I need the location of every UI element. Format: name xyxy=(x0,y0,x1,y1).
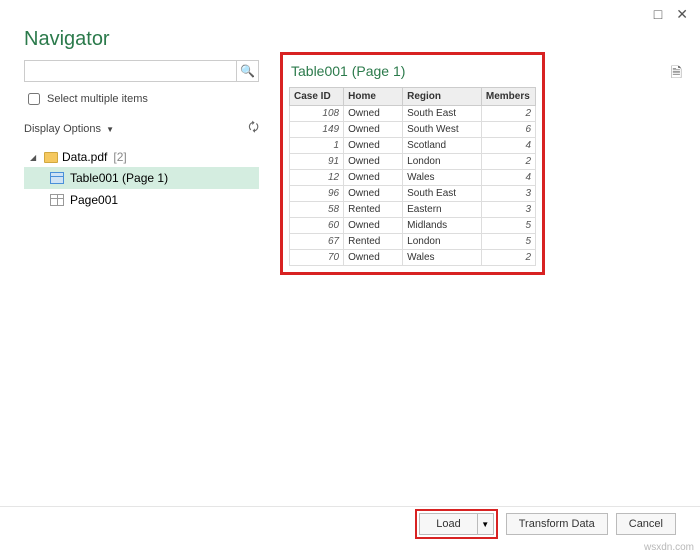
cell-case-id: 96 xyxy=(290,186,344,202)
col-members[interactable]: Members xyxy=(481,88,535,106)
load-dropdown-icon[interactable]: ▼ xyxy=(478,513,494,535)
table-header-row: Case ID Home Region Members xyxy=(290,88,536,106)
tree-item-table001[interactable]: Table001 (Page 1) xyxy=(24,167,259,189)
preview-table: Case ID Home Region Members 108OwnedSout… xyxy=(289,87,536,266)
cell-members: 2 xyxy=(481,106,535,122)
preview-panel: Table001 (Page 1) Case ID Home Region Me… xyxy=(280,52,545,275)
display-options[interactable]: Display Options ▼ 🗘 xyxy=(24,118,259,139)
cell-home: Owned xyxy=(344,106,403,122)
tree-item-page001[interactable]: Page001 xyxy=(24,189,259,211)
watermark: wsxdn.com xyxy=(644,542,694,553)
cancel-button[interactable]: Cancel xyxy=(616,513,676,535)
maximize-icon[interactable]: □ xyxy=(654,6,662,23)
cell-region: Eastern xyxy=(403,202,482,218)
cell-region: Wales xyxy=(403,250,482,266)
cell-members: 2 xyxy=(481,250,535,266)
preview-title: Table001 (Page 1) xyxy=(291,63,536,79)
cell-home: Owned xyxy=(344,170,403,186)
cell-case-id: 149 xyxy=(290,122,344,138)
cell-case-id: 58 xyxy=(290,202,344,218)
folder-icon xyxy=(44,152,58,163)
table-row[interactable]: 70OwnedWales2 xyxy=(290,250,536,266)
footer-buttons: Load ▼ Transform Data Cancel xyxy=(415,509,676,539)
select-multiple-label: Select multiple items xyxy=(47,93,148,105)
table-row[interactable]: 12OwnedWales4 xyxy=(290,170,536,186)
transform-data-button[interactable]: Transform Data xyxy=(506,513,608,535)
table-row[interactable]: 60OwnedMidlands5 xyxy=(290,218,536,234)
table-row[interactable]: 96OwnedSouth East3 xyxy=(290,186,536,202)
cell-region: London xyxy=(403,154,482,170)
search-box: 🔍 xyxy=(24,60,259,82)
cell-region: Scotland xyxy=(403,138,482,154)
table-row[interactable]: 91OwnedLondon2 xyxy=(290,154,536,170)
cell-case-id: 1 xyxy=(290,138,344,154)
cell-region: London xyxy=(403,234,482,250)
select-multiple-input[interactable] xyxy=(28,93,40,105)
cell-members: 5 xyxy=(481,234,535,250)
cell-case-id: 108 xyxy=(290,106,344,122)
cell-case-id: 91 xyxy=(290,154,344,170)
tree-root-datapdf[interactable]: ◢ Data.pdf [2] xyxy=(24,147,259,167)
cell-home: Owned xyxy=(344,186,403,202)
table-row[interactable]: 67RentedLondon5 xyxy=(290,234,536,250)
cell-members: 2 xyxy=(481,154,535,170)
cell-members: 5 xyxy=(481,218,535,234)
close-icon[interactable]: ✕ xyxy=(676,6,688,23)
cell-home: Rented xyxy=(344,234,403,250)
col-home[interactable]: Home xyxy=(344,88,403,106)
cell-members: 3 xyxy=(481,186,535,202)
page-icon xyxy=(50,194,64,206)
cell-region: Wales xyxy=(403,170,482,186)
cell-region: Midlands xyxy=(403,218,482,234)
table-icon xyxy=(50,172,64,184)
cell-home: Owned xyxy=(344,138,403,154)
navigator-panel: 🔍 Select multiple items Display Options … xyxy=(24,60,259,211)
cell-home: Owned xyxy=(344,122,403,138)
cell-home: Owned xyxy=(344,218,403,234)
table-row[interactable]: 58RentedEastern3 xyxy=(290,202,536,218)
footer-divider xyxy=(0,506,700,507)
page-title: Navigator xyxy=(24,28,110,51)
cell-region: South East xyxy=(403,186,482,202)
tree-root-count: [2] xyxy=(113,150,126,164)
table-row[interactable]: 149OwnedSouth West6 xyxy=(290,122,536,138)
load-button-group: Load ▼ xyxy=(415,509,497,539)
table-row[interactable]: 1OwnedScotland4 xyxy=(290,138,536,154)
tree-item-page-label: Page001 xyxy=(70,193,118,207)
cell-home: Rented xyxy=(344,202,403,218)
collapse-icon[interactable]: ◢ xyxy=(30,153,40,162)
display-options-label: Display Options xyxy=(24,123,101,135)
cell-home: Owned xyxy=(344,154,403,170)
select-multiple-checkbox[interactable]: Select multiple items xyxy=(24,90,259,108)
col-case-id[interactable]: Case ID xyxy=(290,88,344,106)
cell-case-id: 67 xyxy=(290,234,344,250)
cell-case-id: 60 xyxy=(290,218,344,234)
nav-tree: ◢ Data.pdf [2] Table001 (Page 1) Page001 xyxy=(24,147,259,211)
cell-region: South West xyxy=(403,122,482,138)
search-icon[interactable]: 🔍 xyxy=(236,61,258,81)
preview-mode-icon[interactable]: 🗎 xyxy=(671,62,682,86)
search-input[interactable] xyxy=(25,61,236,81)
cell-members: 4 xyxy=(481,138,535,154)
tree-item-table-label: Table001 (Page 1) xyxy=(70,171,168,185)
load-button[interactable]: Load xyxy=(419,513,477,535)
col-region[interactable]: Region xyxy=(403,88,482,106)
cell-case-id: 12 xyxy=(290,170,344,186)
cell-members: 4 xyxy=(481,170,535,186)
cell-region: South East xyxy=(403,106,482,122)
window-controls: □ ✕ xyxy=(654,6,688,23)
cell-case-id: 70 xyxy=(290,250,344,266)
tree-root-label: Data.pdf xyxy=(62,150,107,164)
refresh-icon[interactable]: 🗘 xyxy=(248,118,259,139)
table-row[interactable]: 108OwnedSouth East2 xyxy=(290,106,536,122)
cell-members: 3 xyxy=(481,202,535,218)
chevron-down-icon: ▼ xyxy=(106,125,114,134)
cell-home: Owned xyxy=(344,250,403,266)
cell-members: 6 xyxy=(481,122,535,138)
